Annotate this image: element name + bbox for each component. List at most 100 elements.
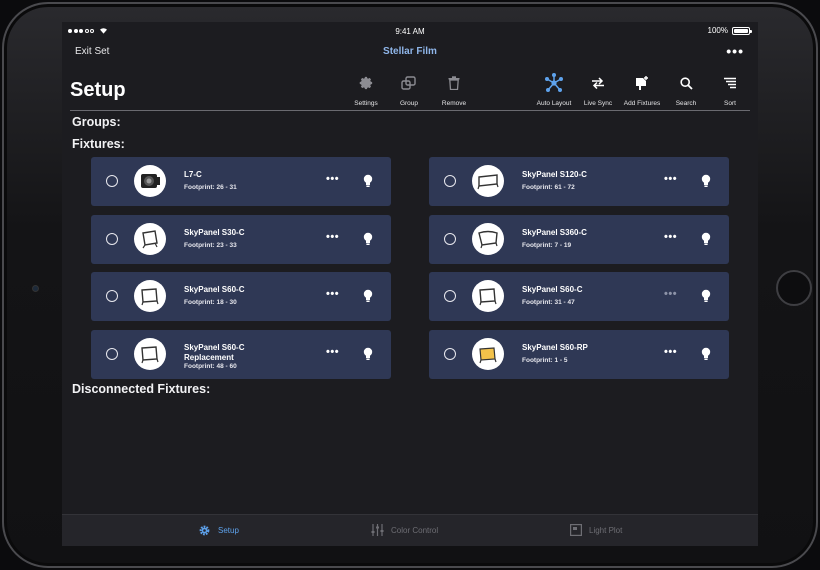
fixture-footprint: Footprint: 7 - 19 — [522, 242, 572, 249]
auto-layout-button[interactable]: Auto Layout — [529, 73, 579, 107]
lightbulb-icon[interactable] — [701, 232, 711, 246]
fixture-name-line: SkyPanel S60-C — [184, 343, 245, 352]
front-camera — [32, 285, 39, 292]
light-plot-icon — [570, 524, 582, 536]
skypanel-fixture-icon — [134, 280, 166, 312]
sort-button[interactable]: Sort — [705, 74, 755, 107]
lightbulb-icon[interactable] — [363, 347, 373, 361]
remove-label: Remove — [441, 100, 467, 107]
fixture-card[interactable]: SkyPanel S30-C Footprint: 23 - 33 ••• — [91, 215, 391, 264]
tab-light-plot-label: Light Plot — [589, 525, 623, 535]
fixture-name-extra: Replacement — [184, 353, 234, 362]
select-radio[interactable] — [444, 290, 456, 302]
remove-button[interactable]: Remove — [429, 74, 479, 107]
auto-layout-label: Auto Layout — [536, 100, 572, 107]
nav-bar: Exit Set Stellar Film ••• — [62, 42, 758, 64]
tab-setup-label: Setup — [218, 526, 239, 535]
fixture-card[interactable]: SkyPanel S60-RP Footprint: 1 - 5 ••• — [429, 330, 729, 379]
add-fixtures-label: Add Fixtures — [623, 100, 661, 107]
fixture-card[interactable]: SkyPanel S120-C Footprint: 61 - 72 ••• — [429, 157, 729, 206]
search-button[interactable]: Search — [661, 74, 711, 107]
home-button[interactable] — [776, 270, 812, 306]
fixture-more-button[interactable]: ••• — [664, 288, 677, 300]
auto-layout-icon — [545, 73, 563, 92]
fixture-card[interactable]: SkyPanel S60-C Footprint: 31 - 47 ••• — [429, 272, 729, 321]
more-options-button[interactable]: ••• — [726, 43, 744, 59]
live-sync-button[interactable]: Live Sync — [573, 74, 623, 107]
fixture-more-button[interactable]: ••• — [664, 173, 677, 185]
fixture-name: SkyPanel S60-RP — [522, 343, 588, 352]
app-screen: 9:41 AM 100% Exit Set Stellar Film ••• S… — [62, 22, 758, 546]
status-bar: 9:41 AM 100% — [62, 22, 758, 40]
add-fixtures-button[interactable]: Add Fixtures — [617, 74, 667, 107]
select-radio[interactable] — [444, 175, 456, 187]
fixture-card[interactable]: SkyPanel S60-C Replacement Footprint: 48… — [91, 330, 391, 379]
fixture-footprint: Footprint: 26 - 31 — [184, 184, 237, 191]
group-label: Group — [399, 100, 419, 107]
fixture-more-button[interactable]: ••• — [664, 346, 677, 358]
gear-icon — [199, 525, 210, 536]
fixture-more-button[interactable]: ••• — [326, 288, 339, 300]
fixture-name: SkyPanel S120-C — [522, 170, 587, 179]
fixture-footprint: Footprint: 31 - 47 — [522, 299, 575, 306]
live-sync-label: Live Sync — [583, 100, 613, 107]
disconnected-heading: Disconnected Fixtures: — [72, 382, 211, 396]
lightbulb-icon[interactable] — [363, 289, 373, 303]
fixture-footprint: Footprint: 23 - 33 — [184, 242, 237, 249]
tab-bar: Setup Color Control Light Plot — [62, 514, 758, 546]
fixture-card[interactable]: L7-C Footprint: 26 - 31 ••• — [91, 157, 391, 206]
status-time: 9:41 AM — [395, 27, 425, 36]
battery-percent: 100% — [707, 26, 728, 35]
tab-light-plot[interactable]: Light Plot — [570, 524, 622, 536]
fixture-more-button[interactable]: ••• — [664, 231, 677, 243]
trash-icon — [448, 76, 460, 90]
sync-arrows-icon — [592, 77, 604, 89]
select-radio[interactable] — [106, 348, 118, 360]
fixture-name: L7-C — [184, 170, 202, 179]
fixture-footprint: Footprint: 61 - 72 — [522, 184, 575, 191]
toolbar-divider — [70, 110, 750, 111]
page-title: Setup — [70, 79, 126, 101]
fixture-name: SkyPanel S60-C Replacement — [184, 343, 244, 363]
select-radio[interactable] — [444, 233, 456, 245]
add-fixture-icon — [636, 76, 648, 90]
skypanel-fixture-icon — [134, 338, 166, 370]
group-icon — [401, 76, 416, 90]
fixture-card[interactable]: SkyPanel S60-C Footprint: 18 - 30 ••• — [91, 272, 391, 321]
skypanel-fixture-icon — [472, 280, 504, 312]
select-radio[interactable] — [106, 233, 118, 245]
fixtures-heading: Fixtures: — [72, 137, 125, 151]
fixture-more-button[interactable]: ••• — [326, 231, 339, 243]
sort-icon — [724, 77, 736, 89]
sliders-icon — [371, 524, 384, 536]
select-radio[interactable] — [106, 175, 118, 187]
tab-setup[interactable]: Setup — [198, 524, 239, 537]
select-radio[interactable] — [106, 290, 118, 302]
search-icon — [679, 76, 693, 90]
lightbulb-icon[interactable] — [363, 232, 373, 246]
skypanel-fixture-icon — [134, 223, 166, 255]
lightbulb-icon[interactable] — [701, 174, 711, 188]
skypanel-fixture-icon — [472, 165, 504, 197]
fixture-card[interactable]: SkyPanel S360-C Footprint: 7 - 19 ••• — [429, 215, 729, 264]
lightbulb-icon[interactable] — [363, 174, 373, 188]
search-label: Search — [675, 100, 697, 107]
fixture-name: SkyPanel S30-C — [184, 228, 245, 237]
lightbulb-icon[interactable] — [701, 347, 711, 361]
lightbulb-icon[interactable] — [701, 289, 711, 303]
skypanel-fixture-icon — [472, 223, 504, 255]
fixture-footprint: Footprint: 1 - 5 — [522, 357, 568, 364]
group-button[interactable]: Group — [384, 74, 434, 107]
select-radio[interactable] — [444, 348, 456, 360]
skypanel-rp-fixture-icon — [472, 338, 504, 370]
fixture-footprint: Footprint: 18 - 30 — [184, 299, 237, 306]
sort-label: Sort — [724, 100, 736, 107]
fixture-name: SkyPanel S60-C — [522, 285, 583, 294]
fresnel-fixture-icon — [134, 165, 166, 197]
fixture-more-button[interactable]: ••• — [326, 346, 339, 358]
gear-icon — [359, 76, 373, 90]
battery-icon — [732, 26, 752, 35]
tab-color-control-label: Color Control — [391, 525, 439, 535]
fixture-more-button[interactable]: ••• — [326, 173, 339, 185]
tab-color-control[interactable]: Color Control — [371, 524, 438, 536]
